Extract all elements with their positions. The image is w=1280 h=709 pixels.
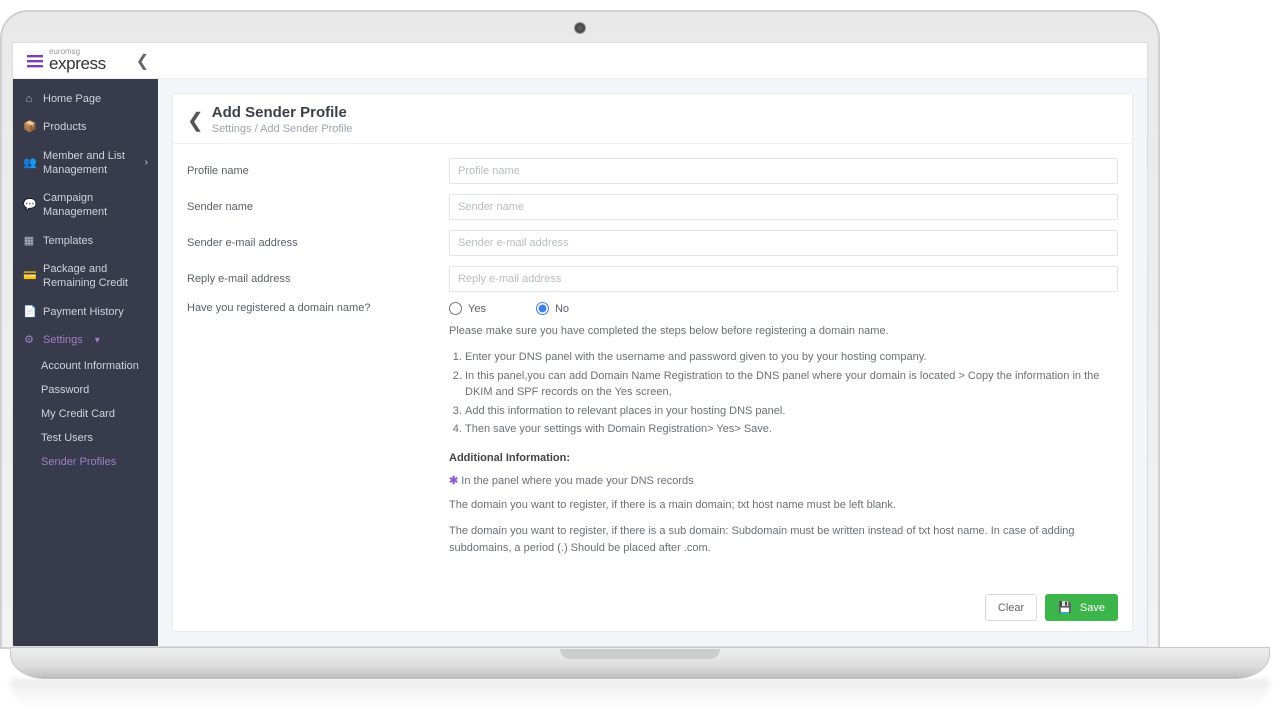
info-lead: Please make sure you have completed the …	[449, 325, 1118, 337]
laptop-reflection	[10, 679, 1270, 709]
sidebar-label: Settings	[43, 333, 83, 347]
home-icon: ⌂	[23, 92, 35, 106]
card-back-button[interactable]: ❮	[187, 108, 204, 133]
camera	[574, 22, 586, 34]
radio-no[interactable]: No	[536, 302, 569, 315]
products-icon: 📦	[23, 120, 35, 134]
star-line-text: In the panel where you made your DNS rec…	[461, 475, 693, 487]
sidebar-label: Package and Remaining Credit	[43, 262, 148, 291]
domain-question-label: Have you registered a domain name?	[187, 302, 449, 314]
sender-email-label: Sender e-mail address	[187, 237, 449, 249]
form-footer: Clear 💾 Save	[173, 584, 1132, 631]
topbar: euromsg express ❮	[13, 43, 1147, 79]
sidebar-item-home[interactable]: ⌂ Home Page	[13, 85, 158, 113]
info-step-4: Then save your settings with Domain Regi…	[465, 421, 1118, 438]
info-para-1: The domain you want to register, if ther…	[449, 497, 1118, 514]
sidebar-item-payment[interactable]: 📄 Payment History	[13, 298, 158, 326]
page-title: Add Sender Profile	[212, 104, 353, 121]
content-area: ❮ Add Sender Profile Settings / Add Send…	[158, 79, 1147, 646]
sidebar-sub-senderprofiles[interactable]: Sender Profiles	[13, 450, 158, 474]
gear-icon: ⚙	[23, 333, 35, 347]
additional-info-title: Additional Information:	[449, 452, 1118, 464]
profile-name-label: Profile name	[187, 165, 449, 177]
sidebar-sub-password[interactable]: Password	[13, 378, 158, 402]
sender-name-input[interactable]	[449, 194, 1118, 220]
chevron-down-icon: ▾	[95, 334, 100, 347]
crumb-settings[interactable]: Settings	[212, 123, 252, 135]
logo-mark-icon	[27, 53, 43, 69]
sidebar-item-templates[interactable]: ▦ Templates	[13, 227, 158, 255]
crumb-current: Add Sender Profile	[260, 123, 352, 135]
radio-no-input[interactable]	[536, 302, 549, 315]
campaign-icon: 💬	[23, 198, 35, 212]
save-label: Save	[1080, 602, 1105, 614]
info-step-1: Enter your DNS panel with the username a…	[465, 349, 1118, 366]
reply-email-label: Reply e-mail address	[187, 273, 449, 285]
laptop-frame: euromsg express ❮ ⌂ Home Page 📦 Products…	[0, 10, 1160, 649]
sidebar-sub-creditcard[interactable]: My Credit Card	[13, 402, 158, 426]
sidebar-item-package[interactable]: 💳 Package and Remaining Credit	[13, 255, 158, 298]
card-header: ❮ Add Sender Profile Settings / Add Send…	[173, 94, 1132, 144]
form-body: Profile name Sender name Sender e-mail a…	[173, 144, 1132, 584]
sidebar-label: Home Page	[43, 92, 101, 106]
breadcrumb: Settings / Add Sender Profile	[212, 123, 353, 135]
info-step-3: Add this information to relevant places …	[465, 403, 1118, 420]
templates-icon: ▦	[23, 234, 35, 248]
sender-name-label: Sender name	[187, 201, 449, 213]
radio-no-label: No	[555, 303, 569, 315]
sidebar-item-members[interactable]: 👥 Member and List Management ›	[13, 142, 158, 185]
topbar-back-button[interactable]: ❮	[136, 51, 149, 71]
brand-name: express	[49, 54, 106, 73]
clear-button[interactable]: Clear	[985, 594, 1037, 621]
info-block: Please make sure you have completed the …	[449, 325, 1118, 556]
sender-email-input[interactable]	[449, 230, 1118, 256]
sidebar-label: Payment History	[43, 305, 124, 319]
sidebar: ⌂ Home Page 📦 Products 👥 Member and List…	[13, 79, 158, 646]
chevron-right-icon: ›	[145, 156, 148, 169]
asterisk-icon: ✱	[449, 475, 458, 487]
form-card: ❮ Add Sender Profile Settings / Add Send…	[172, 93, 1133, 632]
sidebar-label: Campaign Management	[43, 191, 148, 220]
payment-icon: 📄	[23, 305, 35, 319]
profile-name-input[interactable]	[449, 158, 1118, 184]
sidebar-label: Templates	[43, 234, 93, 248]
laptop-base	[10, 647, 1270, 679]
info-para-2: The domain you want to register, if ther…	[449, 523, 1118, 556]
app-screen: euromsg express ❮ ⌂ Home Page 📦 Products…	[12, 42, 1148, 647]
radio-yes[interactable]: Yes	[449, 302, 486, 315]
radio-yes-label: Yes	[468, 303, 486, 315]
save-icon: 💾	[1058, 601, 1072, 614]
brand-logo[interactable]: euromsg express	[27, 48, 106, 74]
members-icon: 👥	[23, 156, 35, 170]
save-button[interactable]: 💾 Save	[1045, 594, 1118, 621]
sidebar-label: Products	[43, 120, 86, 134]
sidebar-item-campaign[interactable]: 💬 Campaign Management	[13, 184, 158, 227]
sidebar-item-products[interactable]: 📦 Products	[13, 113, 158, 141]
info-step-2: In this panel,you can add Domain Name Re…	[465, 368, 1118, 401]
radio-yes-input[interactable]	[449, 302, 462, 315]
sidebar-item-settings[interactable]: ⚙ Settings ▾	[13, 326, 158, 354]
sidebar-sub-testusers[interactable]: Test Users	[13, 426, 158, 450]
sidebar-label: Member and List Management	[43, 149, 137, 178]
package-icon: 💳	[23, 269, 35, 283]
reply-email-input[interactable]	[449, 266, 1118, 292]
sidebar-sub-account[interactable]: Account Information	[13, 354, 158, 378]
